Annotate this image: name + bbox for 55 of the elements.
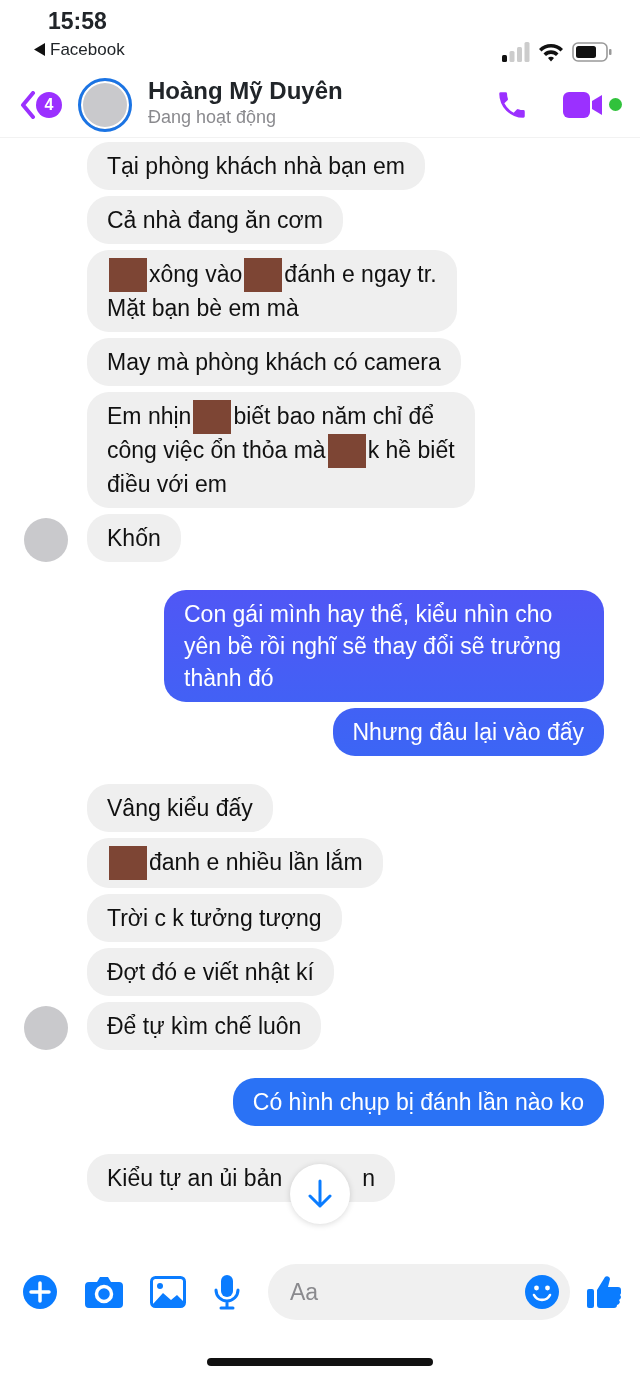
message-text: đánh e ngay tr.	[284, 261, 437, 287]
camera-icon	[85, 1276, 123, 1308]
clock-time: 15:58	[48, 10, 108, 33]
message-text: Mặt bạn bè em mà	[107, 295, 299, 321]
plus-icon	[22, 1274, 58, 1310]
message-text: công việc ổn thỏa mà	[107, 437, 326, 463]
contact-avatar[interactable]	[78, 77, 132, 132]
message-text: Cả nhà đang ăn cơm	[107, 207, 323, 233]
wifi-icon	[538, 42, 564, 62]
message-text: Có hình chụp bị đánh lần nào ko	[252, 1089, 584, 1115]
message-text: n	[362, 1165, 376, 1191]
message-text: Vâng kiểu đấy	[107, 795, 253, 821]
message-text: Tại phòng khách nhà bạn em	[107, 153, 405, 179]
video-call-button[interactable]	[563, 90, 603, 119]
contact-name[interactable]: Hoàng Mỹ Duyên	[148, 77, 495, 105]
message-input[interactable]: Aa	[268, 1264, 570, 1320]
chevron-left-icon	[20, 90, 36, 119]
message-text: May mà phòng khách có camera	[107, 349, 441, 375]
camera-button[interactable]	[85, 1276, 123, 1308]
battery-icon	[572, 42, 612, 62]
message-text: đanh e nhiều lần lắm	[149, 849, 363, 875]
back-triangle-icon[interactable]	[34, 43, 46, 57]
redaction-block	[244, 258, 283, 292]
add-button[interactable]	[22, 1274, 58, 1310]
message-text: Kiểu tự an ủi bản	[107, 1165, 283, 1191]
arrow-down-icon	[308, 1179, 332, 1209]
back-button[interactable]: 4	[20, 90, 62, 119]
emoji-icon[interactable]	[524, 1274, 560, 1310]
video-camera-icon	[563, 90, 603, 119]
photo-button[interactable]	[150, 1276, 186, 1308]
redaction-block	[327, 434, 366, 468]
back-to-app-link[interactable]: Facebook	[50, 37, 125, 63]
microphone-button[interactable]	[213, 1274, 241, 1310]
scroll-down-button[interactable]	[290, 1164, 350, 1224]
microphone-icon	[213, 1274, 241, 1310]
message-text: điều với em	[107, 471, 227, 497]
unread-count-badge: 4	[36, 91, 62, 118]
message-text: Đợt đó e viết nhật kí	[107, 959, 314, 985]
message-text: Con gái mình hay thế, kiểu nhìn cho yên bề rồi nghĩ sẽ thay đổi sẽ trưởng thành đó	[184, 601, 561, 691]
signal-icon	[502, 42, 530, 62]
message-text: k hề biết	[367, 437, 455, 463]
message-text: Nhưng đâu lại vào đấy	[352, 719, 584, 745]
redaction-block	[193, 400, 232, 434]
presence-status: Đang hoạt động	[148, 106, 278, 130]
message-text: Để tự kìm chế luôn	[107, 1013, 302, 1039]
message-text: Em nhịn	[107, 403, 192, 429]
redaction-block	[109, 846, 147, 880]
redaction-block	[109, 258, 147, 292]
like-button[interactable]	[586, 1274, 622, 1310]
message-text: xông vào	[149, 261, 243, 287]
image-icon	[150, 1276, 186, 1308]
message-text: Trời c k tưởng tượng	[107, 905, 322, 931]
thumbs-up-icon	[586, 1274, 622, 1310]
message-text: biết bao năm chỉ để	[233, 403, 435, 429]
message-text: Khốn	[107, 525, 161, 551]
